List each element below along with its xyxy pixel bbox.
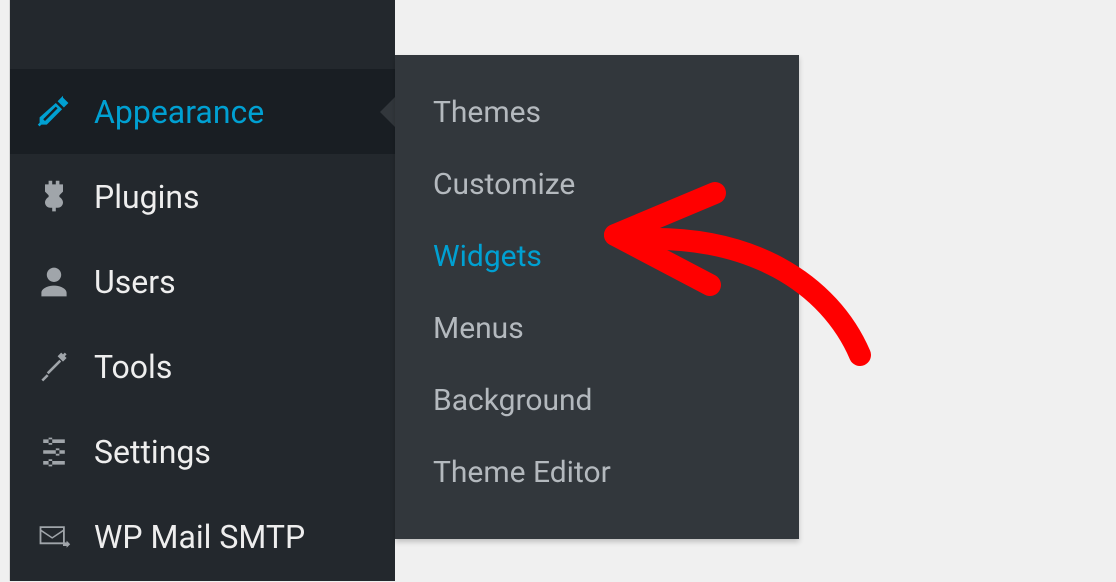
submenu-item-customize[interactable]: Customize — [395, 149, 799, 221]
sidebar-item-label: Appearance — [94, 96, 264, 128]
tools-icon — [34, 347, 74, 387]
plugins-icon — [34, 177, 74, 217]
admin-sidebar: Appearance Plugins Users Tools — [10, 0, 395, 581]
appearance-icon — [34, 92, 74, 132]
submenu-item-theme-editor[interactable]: Theme Editor — [395, 437, 799, 509]
sidebar-item-label: Users — [94, 266, 176, 298]
sidebar-item-wp-mail-smtp[interactable]: WP Mail SMTP — [10, 494, 395, 579]
sidebar-item-label: Settings — [94, 436, 211, 468]
users-icon — [34, 262, 74, 302]
sidebar-top-spacer — [10, 0, 395, 69]
sidebar-item-plugins[interactable]: Plugins — [10, 154, 395, 239]
submenu-item-widgets[interactable]: Widgets — [395, 221, 799, 293]
sidebar-item-label: WP Mail SMTP — [94, 521, 305, 553]
sidebar-item-label: Tools — [94, 351, 172, 383]
sidebar-item-users[interactable]: Users — [10, 239, 395, 324]
mail-icon — [34, 517, 74, 557]
submenu-item-menus[interactable]: Menus — [395, 293, 799, 365]
submenu-item-background[interactable]: Background — [395, 365, 799, 437]
sidebar-item-appearance[interactable]: Appearance — [10, 69, 395, 154]
settings-icon — [34, 432, 74, 472]
sidebar-item-settings[interactable]: Settings — [10, 409, 395, 494]
submenu-item-themes[interactable]: Themes — [395, 77, 799, 149]
sidebar-item-label: Plugins — [94, 181, 200, 213]
appearance-submenu: Themes Customize Widgets Menus Backgroun… — [395, 55, 799, 539]
sidebar-item-tools[interactable]: Tools — [10, 324, 395, 409]
screenshot-stage: Appearance Plugins Users Tools — [0, 0, 1116, 582]
